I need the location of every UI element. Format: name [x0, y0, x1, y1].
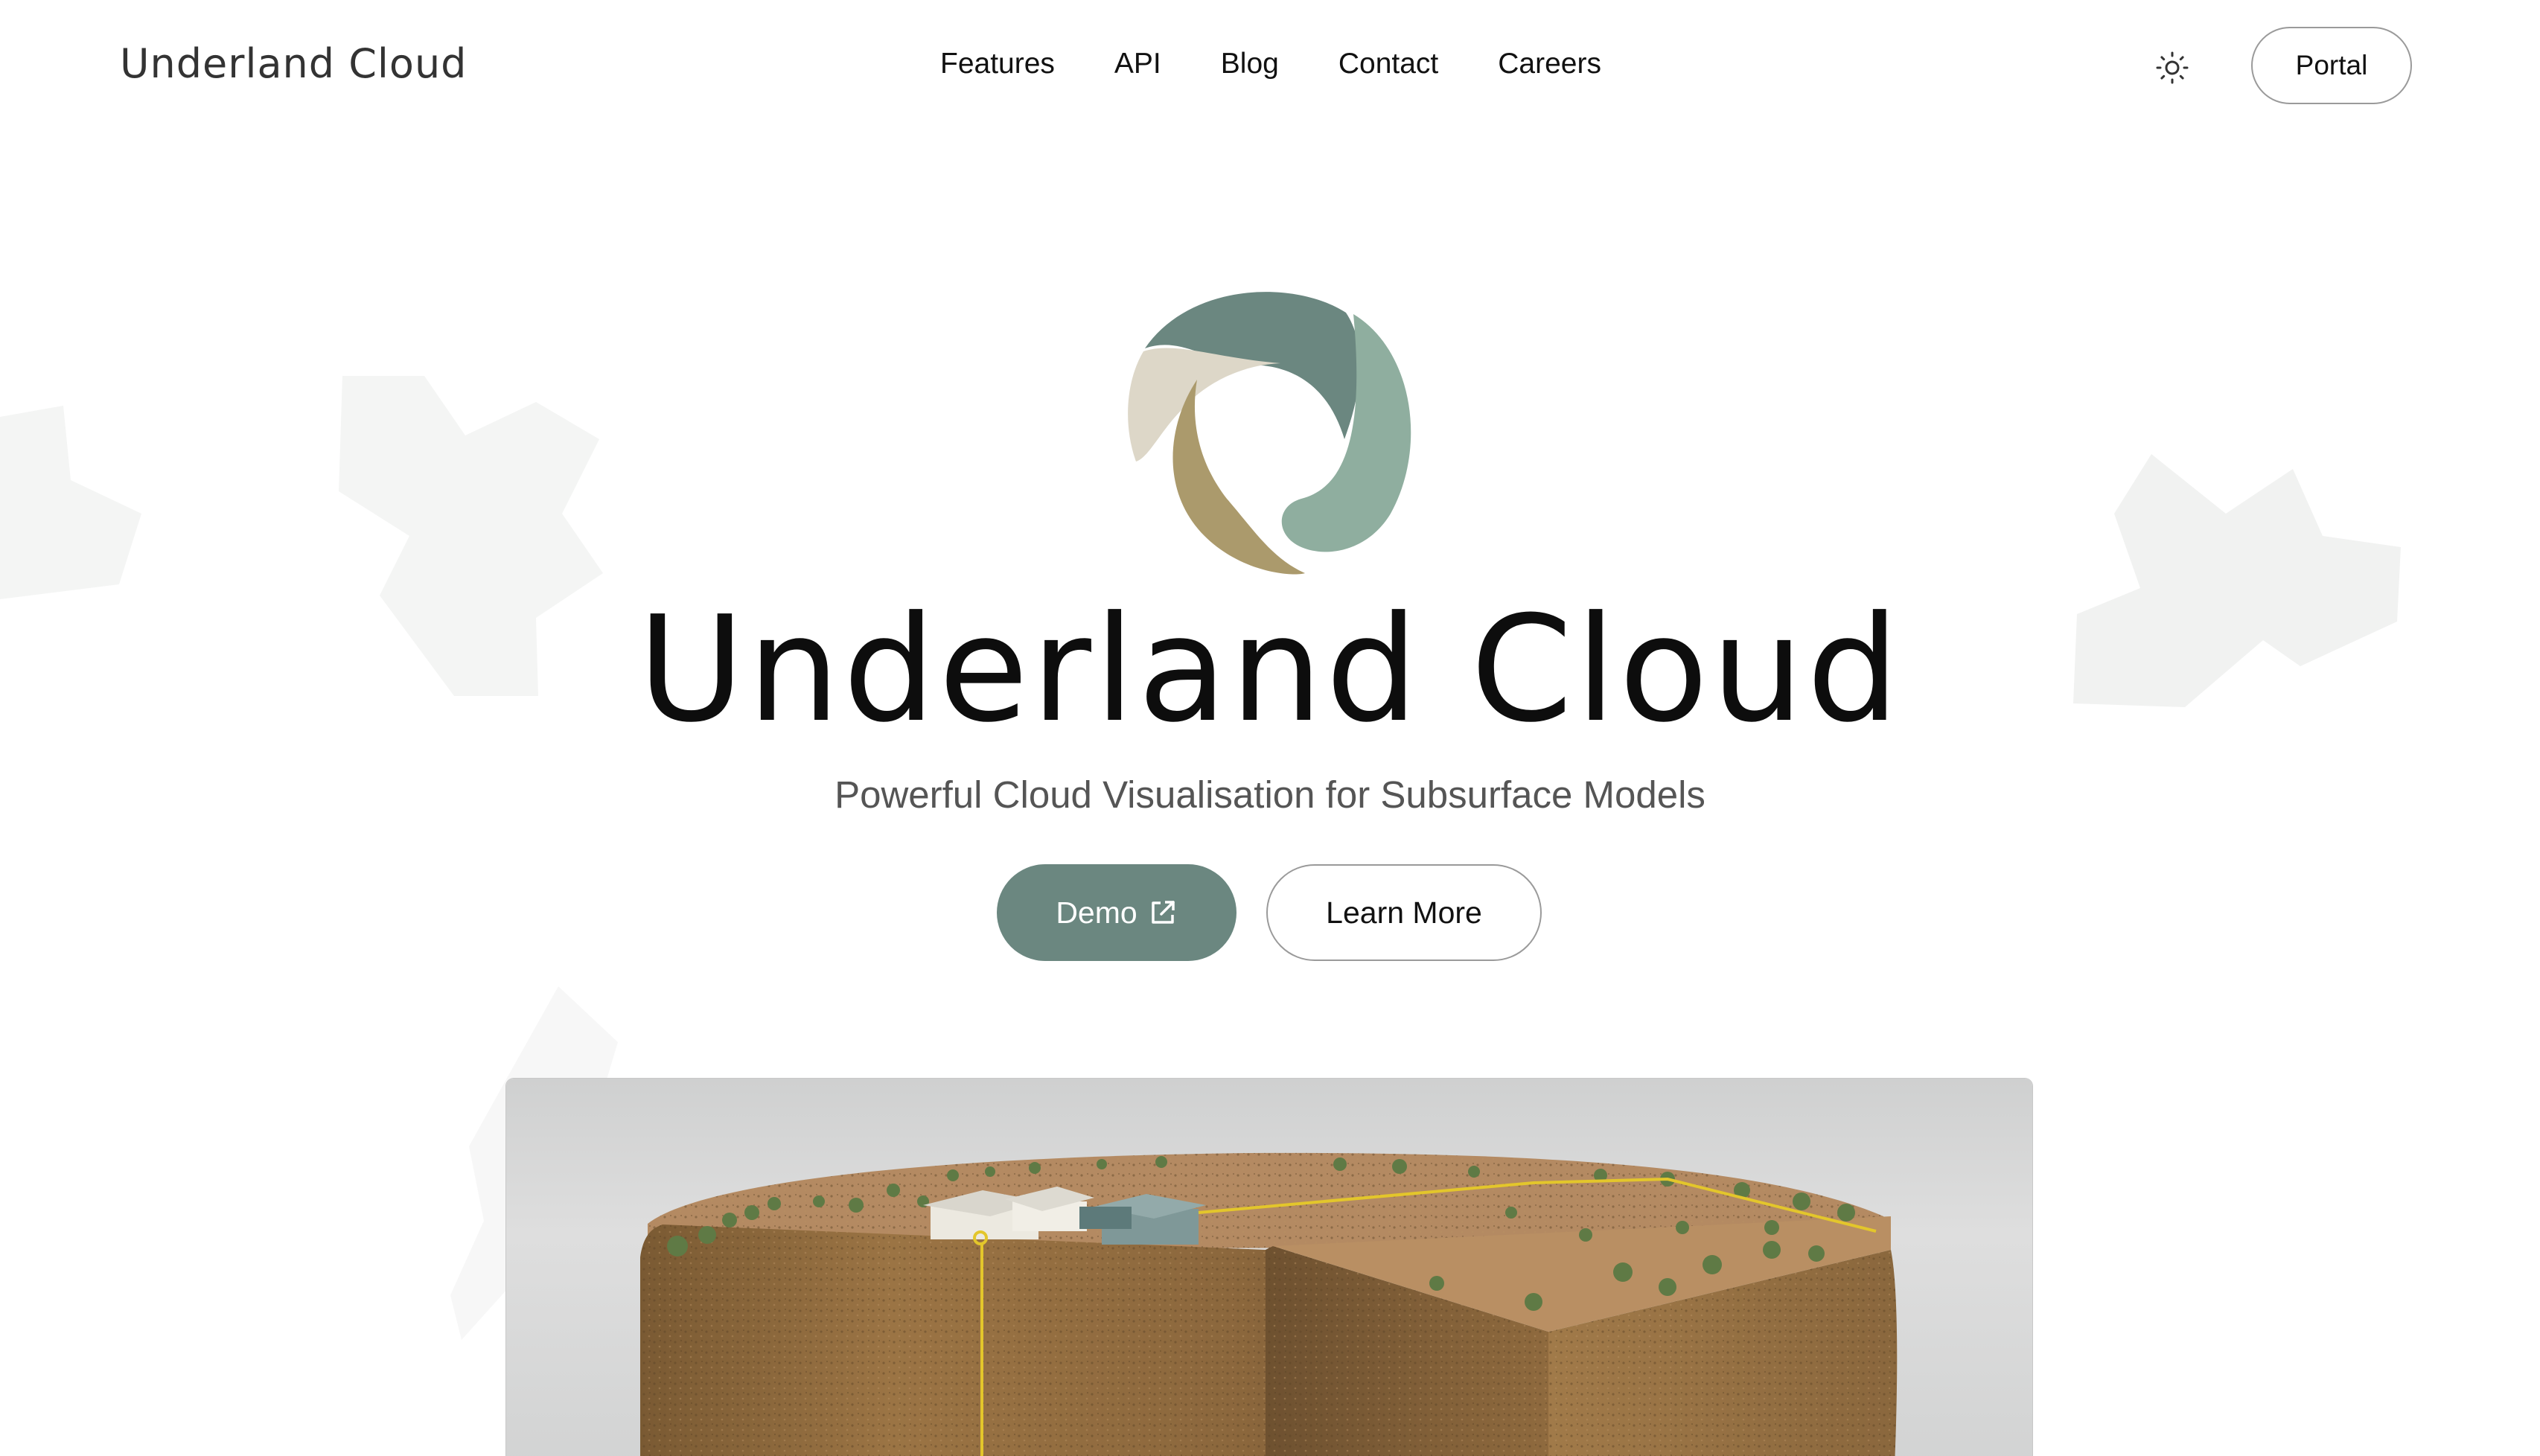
main-nav: Features API Blog Contact Careers: [940, 48, 1601, 80]
site-header: Underland Cloud Features API Blog Contac…: [0, 0, 2540, 134]
subsurface-model-illustration: [640, 1152, 1898, 1456]
hero-render-image: [506, 1079, 2032, 1456]
page: Underland Cloud Features API Blog Contac…: [0, 0, 2540, 1456]
demo-button[interactable]: Demo: [997, 864, 1237, 961]
background-shape-left-edge: [0, 406, 141, 599]
nav-link-careers[interactable]: Careers: [1498, 48, 1601, 80]
demo-button-label: Demo: [1056, 895, 1137, 930]
sun-icon: [2156, 51, 2189, 84]
nav-link-features[interactable]: Features: [940, 48, 1055, 80]
nav-link-contact[interactable]: Contact: [1338, 48, 1438, 80]
hero-tagline: Powerful Cloud Visualisation for Subsurf…: [835, 773, 1705, 816]
nav-link-api[interactable]: API: [1114, 48, 1161, 80]
theme-toggle-button[interactable]: [2152, 48, 2192, 88]
learn-more-button[interactable]: Learn More: [1266, 864, 1542, 961]
brand-name[interactable]: Underland Cloud: [120, 40, 467, 87]
underland-logo-icon: [1128, 292, 1411, 575]
hero-title: Underland Cloud: [637, 585, 1903, 755]
external-link-icon: [1151, 901, 1175, 924]
hero-cta-row: Demo Learn More: [997, 864, 1542, 961]
portal-button[interactable]: Portal: [2251, 27, 2412, 104]
nav-link-blog[interactable]: Blog: [1221, 48, 1279, 80]
